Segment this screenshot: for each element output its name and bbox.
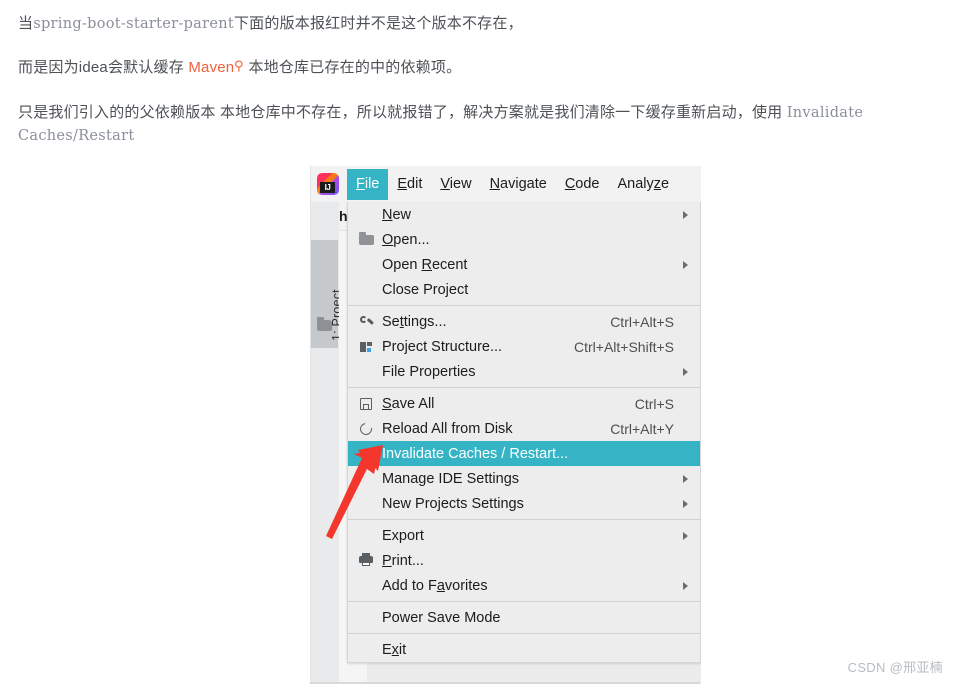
menu-item-add-to-favorites-label: Add to Favorites — [382, 577, 488, 594]
menu-item-save-all-shortcut: Ctrl+S — [634, 395, 674, 412]
paragraph-1-prefix: 当 — [18, 15, 34, 32]
menu-navigate[interactable]: Navigate — [481, 169, 556, 200]
no-icon — [358, 642, 378, 658]
menu-separator — [348, 601, 700, 602]
submenu-chevron-icon — [683, 367, 688, 376]
menu-item-save-all[interactable]: Save All Ctrl+S — [348, 391, 700, 416]
menu-item-invalidate-caches-restart-label: Invalidate Caches / Restart... — [382, 445, 569, 462]
menu-item-reload-all-from-disk-label: Reload All from Disk — [382, 420, 513, 437]
no-icon — [358, 207, 378, 223]
tool-window-bar-left: 1: Project — [311, 202, 431, 684]
no-icon — [358, 364, 378, 380]
menu-analyze[interactable]: Analyze — [609, 169, 679, 200]
menu-item-settings-label: Settings... — [382, 313, 447, 330]
paragraph-1-suffix: 下面的版本报红时并不是这个版本不存在， — [233, 15, 523, 32]
menu-item-manage-ide-settings-label: Manage IDE Settings — [382, 470, 520, 487]
menu-item-save-all-label: Save All — [382, 395, 435, 412]
paragraph-1: 当spring-boot-starter-parent下面的版本报红时并不是这个… — [18, 12, 933, 35]
menu-item-project-structure-label: Project Structure... — [382, 338, 503, 355]
menu-item-settings[interactable]: Settings... Ctrl+Alt+S — [348, 309, 700, 334]
paragraph-3: 只是我们引入的的父依赖版本 本地仓库中不存在，所以就报错了，解决方案就是我们清除… — [18, 101, 933, 148]
menu-item-invalidate-caches-restart[interactable]: Invalidate Caches / Restart... — [348, 441, 700, 466]
menu-item-reload-all-from-disk-shortcut: Ctrl+Alt+Y — [610, 420, 674, 437]
menu-item-print-label: Print... — [382, 552, 424, 569]
submenu-chevron-icon — [683, 499, 688, 508]
maven-link[interactable]: Maven — [188, 59, 234, 76]
menu-separator — [348, 633, 700, 634]
menu-item-settings-shortcut: Ctrl+Alt+S — [610, 313, 674, 330]
submenu-chevron-icon — [683, 531, 688, 540]
no-icon — [358, 257, 378, 273]
menu-item-power-save-mode[interactable]: Power Save Mode — [348, 605, 700, 630]
menu-item-new-label: New — [382, 206, 412, 223]
no-icon — [358, 578, 378, 594]
intellij-idea-logo-icon — [317, 173, 339, 195]
folder-icon — [317, 317, 332, 331]
paragraph-2: 而是因为idea会默认缓存 Maven⚲ 本地仓库已存在的中的依赖项。 — [18, 56, 933, 79]
reload-icon — [357, 420, 378, 437]
inline-code-spring-boot-starter-parent: spring-boot-starter-parent — [33, 16, 234, 32]
no-icon — [358, 528, 378, 544]
menu-bar: File Edit View Navigate Code Analyze — [311, 166, 701, 202]
paragraph-2-suffix: 本地仓库已存在的中的依赖项。 — [244, 59, 462, 77]
no-icon — [358, 496, 378, 512]
submenu-chevron-icon — [683, 581, 688, 590]
menu-item-open[interactable]: Open... — [348, 227, 700, 252]
menu-item-open-recent[interactable]: Open Recent — [348, 252, 700, 277]
menu-item-file-properties[interactable]: File Properties — [348, 359, 700, 384]
menu-item-exit-label: Exit — [382, 641, 407, 658]
menu-item-export-label: Export — [382, 527, 424, 544]
menu-item-file-properties-label: File Properties — [382, 363, 476, 380]
menu-item-project-structure-shortcut: Ctrl+Alt+Shift+S — [574, 338, 674, 355]
inline-code-invalidate: Invalidate — [786, 104, 864, 121]
menu-separator — [348, 387, 700, 388]
menu-separator — [348, 519, 700, 520]
menu-item-print[interactable]: Print... — [348, 548, 700, 573]
file-menu-dropdown: New Open... Open Recent Close Project Se… — [347, 202, 701, 663]
menu-item-new[interactable]: New — [348, 202, 700, 227]
menu-view[interactable]: View — [431, 169, 480, 200]
menu-item-open-label: Open... — [382, 231, 430, 248]
submenu-chevron-icon — [683, 260, 688, 269]
menu-file[interactable]: File — [347, 168, 389, 200]
menu-item-project-structure[interactable]: Project Structure... Ctrl+Alt+Shift+S — [348, 334, 700, 359]
no-icon — [358, 610, 378, 626]
menu-separator — [348, 305, 700, 306]
paragraph-3-text: 只是我们引入的的父依赖版本 本地仓库中不存在，所以就报错了，解决方案就是我们清除… — [18, 103, 787, 121]
folder-icon — [358, 231, 378, 248]
menu-item-export[interactable]: Export — [348, 523, 700, 548]
menu-item-power-save-mode-label: Power Save Mode — [382, 609, 501, 626]
search-icon: ⚲ — [234, 58, 245, 74]
menu-item-add-to-favorites[interactable]: Add to Favorites — [348, 573, 700, 598]
menu-edit[interactable]: Edit — [388, 169, 431, 200]
intellij-idea-screenshot: 1: Project hel File Edit View Navigate C… — [310, 166, 701, 684]
menu-item-close-project-label: Close Project — [382, 281, 469, 298]
print-icon — [358, 552, 378, 569]
paragraph-2-prefix: 而是因为idea会默认缓存 — [18, 59, 189, 77]
article-body: 当spring-boot-starter-parent下面的版本报红时并不是这个… — [18, 12, 933, 148]
wrench-icon — [358, 314, 378, 330]
project-structure-icon — [358, 339, 378, 355]
save-icon — [358, 396, 378, 412]
no-icon — [358, 471, 378, 487]
menu-code[interactable]: Code — [556, 169, 609, 200]
menu-item-exit[interactable]: Exit — [348, 637, 700, 662]
no-icon — [358, 282, 378, 298]
menu-item-close-project[interactable]: Close Project — [348, 277, 700, 302]
csdn-watermark: CSDN @邢亚楠 — [847, 660, 943, 675]
no-icon — [358, 446, 378, 462]
menu-item-reload-all-from-disk[interactable]: Reload All from Disk Ctrl+Alt+Y — [348, 416, 700, 441]
inline-code-caches-restart: Caches/Restart — [18, 128, 135, 145]
sidebar-item-project[interactable]: 1: Project — [311, 240, 431, 348]
menu-item-open-recent-label: Open Recent — [382, 256, 468, 273]
submenu-chevron-icon — [683, 474, 688, 483]
menu-item-new-projects-settings[interactable]: New Projects Settings — [348, 491, 700, 516]
submenu-chevron-icon — [683, 210, 688, 219]
menu-item-new-projects-settings-label: New Projects Settings — [382, 495, 524, 512]
menu-item-manage-ide-settings[interactable]: Manage IDE Settings — [348, 466, 700, 491]
